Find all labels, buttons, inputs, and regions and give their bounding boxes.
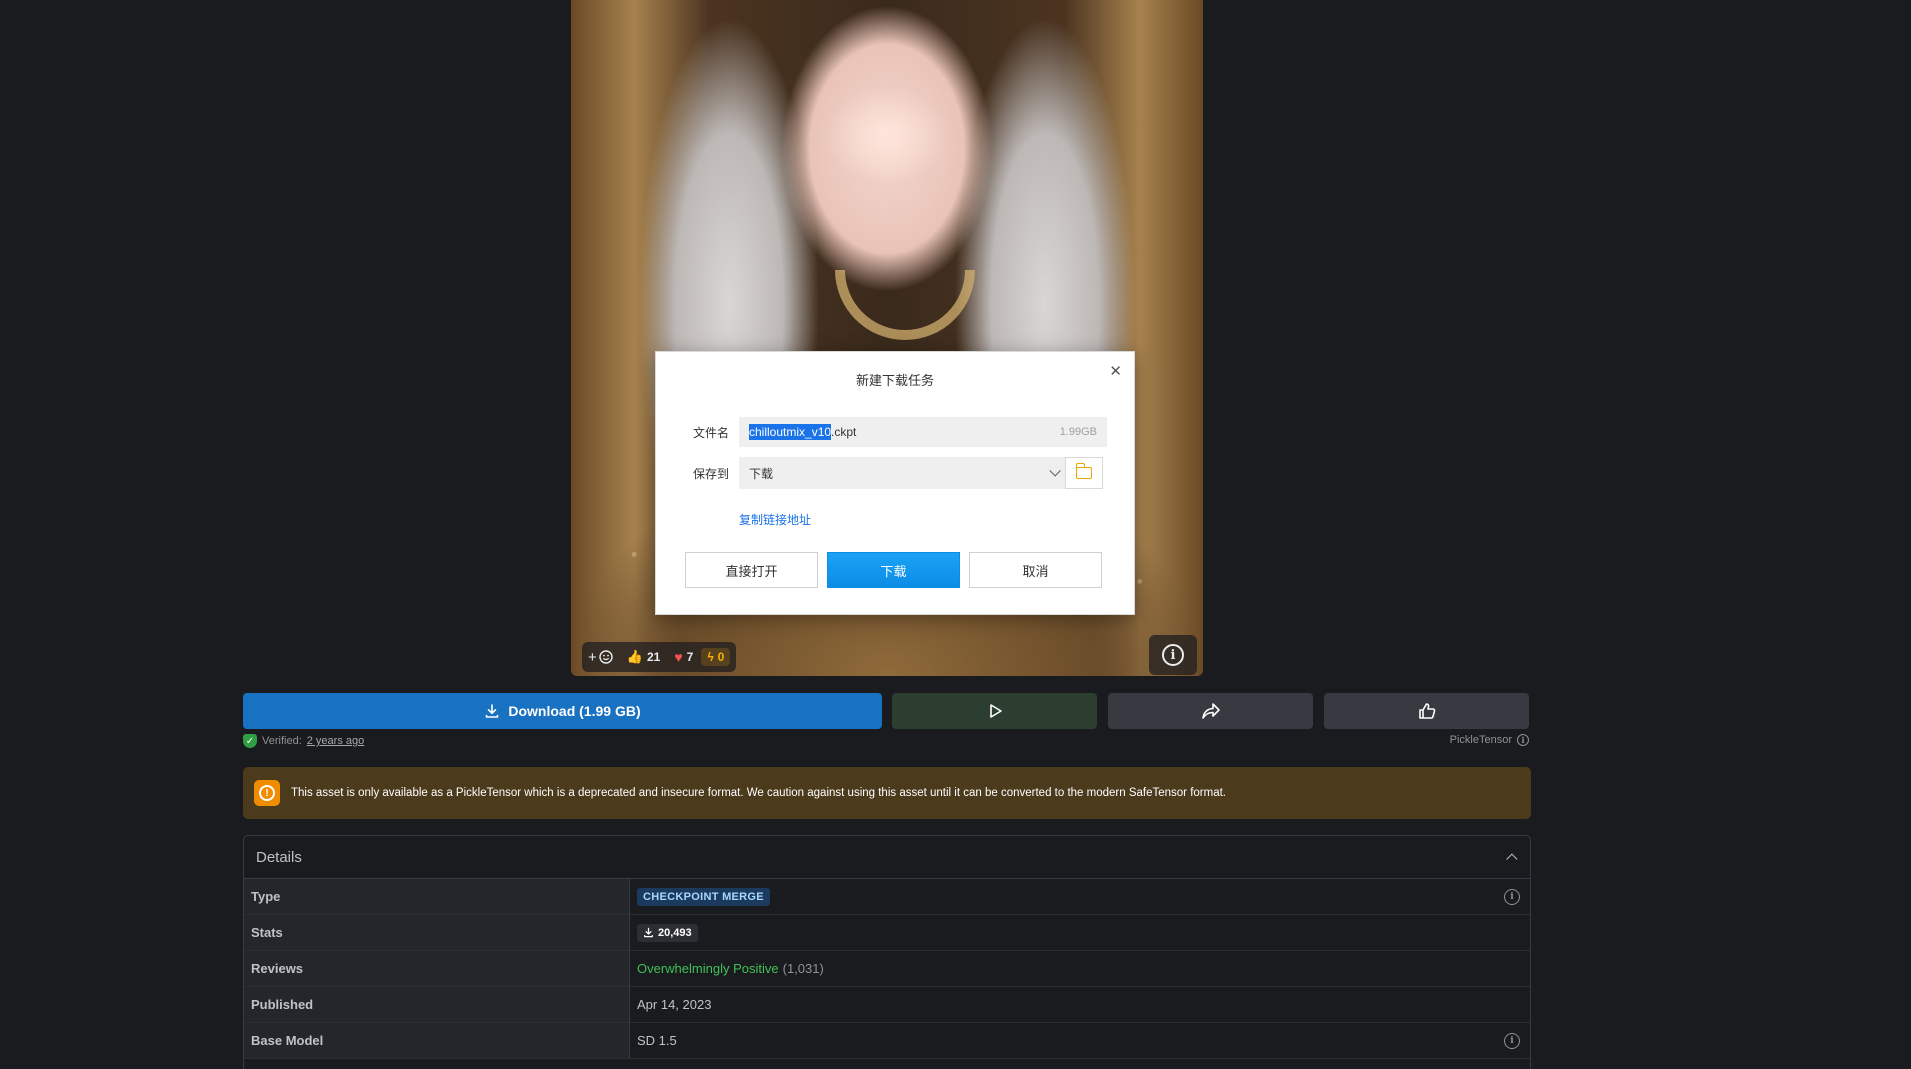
details-title: Details <box>256 848 302 866</box>
download-icon <box>486 704 499 718</box>
save-to-label: 保存到 <box>693 467 730 481</box>
review-summary-link[interactable]: Overwhelmingly Positive <box>637 961 779 976</box>
save-location-value: 下载 <box>749 466 774 481</box>
file-size: 1.99GB <box>1059 426 1097 438</box>
verified-status: ✓ Verified: 2 years ago <box>243 734 364 748</box>
buzz-reaction[interactable]: ϟ 0 <box>701 648 731 666</box>
copy-link-address[interactable]: 复制链接地址 <box>739 511 811 528</box>
smiley-icon <box>599 650 613 664</box>
model-type-badge: CHECKPOINT MERGE <box>637 887 770 906</box>
thumbs-up-icon <box>1418 703 1435 719</box>
download-label: Download (1.99 GB) <box>508 703 641 719</box>
verified-label: Verified: <box>262 735 302 747</box>
share-icon <box>1201 703 1220 719</box>
row-key: Base Model <box>244 1023 630 1058</box>
download-count-badge: 20,493 <box>637 923 698 942</box>
play-icon <box>989 704 1002 718</box>
heart-icon: ♥ <box>674 649 683 665</box>
row-value: Apr 14, 2023 <box>637 997 712 1012</box>
reaction-bar: + 👍 21 ♥ 7 ϟ 0 <box>582 642 737 672</box>
details-header[interactable]: Details <box>244 836 1530 879</box>
like-button[interactable] <box>1324 693 1529 729</box>
thumbs-up-emoji-icon: 👍 <box>626 649 643 664</box>
details-row-stats: Stats 20,493 <box>244 915 1530 951</box>
browse-folder-button[interactable] <box>1065 457 1103 489</box>
share-button[interactable] <box>1108 693 1313 729</box>
chevron-up-icon <box>1506 853 1518 865</box>
like-reaction[interactable]: 👍 21 <box>621 647 667 667</box>
details-row-published: Published Apr 14, 2023 <box>244 987 1530 1023</box>
page: + 👍 21 ♥ 7 ϟ 0 i 新建下载任务 ✕ 文件名 chilloutmi… <box>0 0 1911 1069</box>
row-key: Published <box>244 987 630 1022</box>
run-button[interactable] <box>892 693 1097 729</box>
row-value: Overwhelmingly Positive (1,031) <box>630 951 1530 986</box>
dialog-cancel-button[interactable]: 取消 <box>969 552 1102 588</box>
download-count: 20,493 <box>658 926 692 939</box>
row-value: CHECKPOINT MERGE i <box>630 879 1530 914</box>
warning-text: This asset is only available as a Pickle… <box>291 787 1226 799</box>
dialog-title: 新建下载任务 <box>855 373 934 388</box>
row-key: Type <box>244 879 630 914</box>
filename-label: 文件名 <box>693 426 730 440</box>
download-icon <box>644 927 653 938</box>
heart-reaction[interactable]: ♥ 7 <box>668 647 699 667</box>
review-count: (1,031) <box>782 961 824 976</box>
base-model-value: SD 1.5 <box>637 1033 677 1048</box>
filename-field[interactable]: chilloutmix_v10 .ckpt 1.99GB <box>739 417 1107 447</box>
plus-icon: + <box>588 648 597 666</box>
like-count: 21 <box>646 650 661 664</box>
file-format-label: PickleTensor <box>1449 734 1512 746</box>
heart-count: 7 <box>686 650 694 664</box>
row-value: 20,493 <box>630 915 1530 950</box>
warning-icon: ! <box>254 780 280 806</box>
info-icon: i <box>1162 644 1184 666</box>
info-icon[interactable]: i <box>1504 1032 1520 1049</box>
pickletensor-warning-banner: ! This asset is only available as a Pick… <box>243 767 1531 819</box>
info-icon[interactable]: i <box>1517 734 1529 746</box>
folder-icon <box>1075 463 1092 479</box>
close-icon[interactable]: ✕ <box>1109 362 1122 380</box>
dialog-download-button[interactable]: 下载 <box>827 552 960 588</box>
filename-extension: .ckpt <box>831 425 857 439</box>
file-format-indicator: PickleTensor i <box>1450 734 1529 746</box>
details-row-reviews: Reviews Overwhelmingly Positive (1,031) <box>244 951 1530 987</box>
details-row-base-model: Base Model SD 1.5 i <box>244 1023 1530 1059</box>
row-value: SD 1.5 i <box>630 1023 1530 1058</box>
row-key: Reviews <box>244 951 630 986</box>
lightning-icon: ϟ <box>707 650 714 664</box>
info-icon[interactable]: i <box>1504 888 1520 905</box>
shield-check-icon: ✓ <box>243 734 257 748</box>
chevron-down-icon <box>1049 465 1061 477</box>
details-row-type: Type CHECKPOINT MERGE i <box>244 879 1530 915</box>
verified-date-link[interactable]: 2 years ago <box>307 735 364 747</box>
save-location-select[interactable]: 下载 <box>739 457 1067 489</box>
download-button[interactable]: Download (1.99 GB) <box>243 693 882 729</box>
image-info-button[interactable]: i <box>1149 635 1197 675</box>
open-directly-button[interactable]: 直接打开 <box>685 552 818 588</box>
filename-selected-text: chilloutmix_v10 <box>749 424 832 440</box>
download-dialog: 新建下载任务 ✕ 文件名 chilloutmix_v10 .ckpt 1.99G… <box>655 351 1135 615</box>
row-key: Stats <box>244 915 630 950</box>
buzz-count: 0 <box>717 650 725 664</box>
add-reaction-button[interactable]: + <box>588 649 619 666</box>
details-panel: Details Type CHECKPOINT MERGE i Stats 20… <box>243 835 1531 1069</box>
